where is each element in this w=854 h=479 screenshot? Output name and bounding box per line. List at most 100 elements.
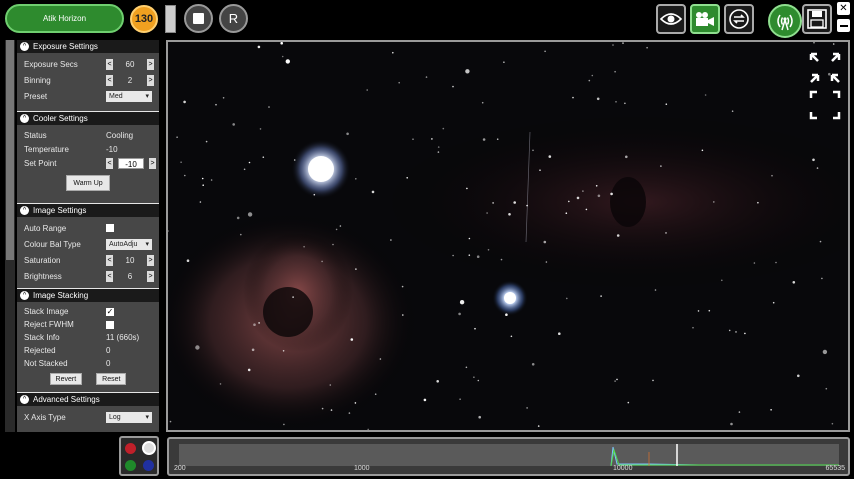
scrollbar-thumb[interactable] [6,40,14,260]
video-button[interactable] [690,4,720,34]
camera-name: Atik Horizon [42,14,87,23]
star [822,349,828,355]
increment-button[interactable]: > [147,254,154,266]
increment-button[interactable]: > [149,157,156,169]
increment-button[interactable]: > [147,58,154,70]
stack-image-checkbox[interactable]: ✓ [106,307,114,316]
collapse-chevron-icon: ^ [20,114,29,123]
star [821,277,823,280]
star [458,312,461,316]
histogram-tick: 10000 [613,465,633,472]
stack-image-label: Stack Image [24,307,69,316]
set-point-stepper[interactable]: < -10 > [106,157,156,169]
star [576,196,580,200]
star [258,322,260,324]
preset-dropdown[interactable]: Med ▾ [106,90,152,102]
star [588,79,591,82]
preset-row: Preset Med ▾ [17,88,159,104]
star [354,402,357,404]
star [505,313,508,317]
advanced-settings-header[interactable]: ^ Advanced Settings [17,393,159,406]
exposure-settings-header[interactable]: ^ Exposure Settings [17,40,159,53]
image-settings-header[interactable]: ^ Image Settings [17,204,159,217]
star [757,201,759,204]
status-value: Cooling [106,130,134,140]
binning-stepper[interactable]: < 2 > [106,74,154,86]
view-button[interactable] [656,4,686,34]
star [595,185,598,187]
warm-up-button[interactable]: Warm Up [66,175,110,191]
wireless-button[interactable] [768,4,802,38]
star [543,240,547,244]
star [452,254,454,257]
star [654,289,657,291]
star [539,169,541,171]
luminance-channel-button[interactable] [142,441,156,455]
saturation-stepper[interactable]: < 10 > [106,254,154,266]
red-channel-button[interactable] [125,443,136,454]
loop-button[interactable] [724,4,754,34]
cooler-settings-header[interactable]: ^ Cooler Settings [17,112,159,125]
histogram-plot[interactable] [179,444,839,467]
green-channel-button[interactable] [125,460,136,471]
star [232,123,235,126]
stop-button[interactable] [184,4,213,33]
star [201,177,204,180]
reject-fwhm-checkbox[interactable] [106,320,114,329]
r-button[interactable]: R [219,4,248,33]
star [591,74,594,77]
star [704,94,707,96]
star [544,50,546,53]
collapse-chevron-icon: ^ [20,291,29,300]
set-point-input[interactable]: -10 [118,157,144,169]
colour-channel-selector[interactable] [119,436,159,476]
exposure-counter: 130 [130,5,158,33]
star [816,167,819,169]
auto-range-checkbox[interactable] [106,224,114,232]
settings-scrollbar[interactable] [5,40,15,432]
stop-icon [193,13,204,24]
camera-select-button[interactable]: Atik Horizon [5,4,124,33]
x-axis-type-dropdown[interactable]: Log ▾ [106,411,152,423]
blue-channel-button[interactable] [143,460,154,471]
reset-button[interactable]: Reset [96,373,127,385]
decrement-button[interactable]: < [106,270,113,282]
star [412,138,414,140]
image-stacking-header[interactable]: ^ Image Stacking [17,289,159,302]
close-button[interactable]: ✕ [837,2,850,15]
star [240,233,242,236]
star [180,161,182,163]
star [614,380,616,382]
decrement-button[interactable]: < [106,58,113,70]
star [474,327,476,330]
image-stacking-body: Stack Image ✓ Reject FWHM Stack Info 11 … [17,302,159,392]
image-viewer[interactable] [166,40,850,432]
rejected-value: 0 [106,346,111,355]
x-axis-type-value: Log [109,413,121,421]
increment-button[interactable]: > [147,270,154,282]
minimize-button[interactable] [837,19,850,32]
decrement-button[interactable]: < [106,254,113,266]
save-button[interactable] [802,4,832,34]
star [465,366,468,369]
expand-icon[interactable] [809,52,841,122]
binning-row: Binning < 2 > [17,72,159,88]
increment-button[interactable]: > [147,74,154,86]
x-axis-type-label: X Axis Type [24,412,66,422]
decrement-button[interactable]: < [106,157,113,169]
histogram-panel[interactable]: 200 1000 10000 65535 [167,437,850,476]
colour-bal-dropdown[interactable]: AutoAdju ▾ [106,238,152,250]
star [665,103,668,105]
star [487,249,490,251]
saturation-label: Saturation [24,255,61,265]
decrement-button[interactable]: < [106,74,113,86]
star [293,159,296,161]
revert-button[interactable]: Revert [49,373,83,385]
star [222,97,225,99]
brightness-stepper[interactable]: < 6 > [106,270,154,282]
star [199,201,202,203]
star [210,179,213,181]
section-title: Image Stacking [33,291,89,300]
star [281,55,284,58]
exposure-secs-stepper[interactable]: < 60 > [106,58,154,70]
